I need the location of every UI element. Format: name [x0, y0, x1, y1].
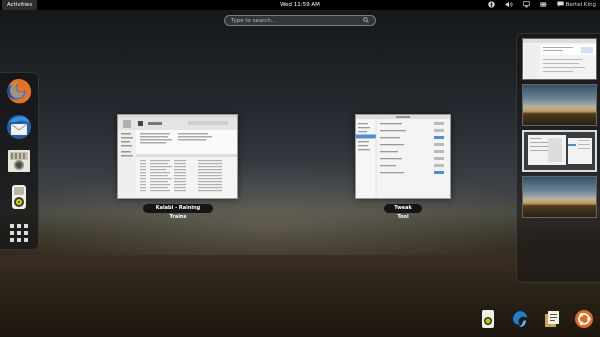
user-chat-icon: [556, 1, 564, 9]
volume-icon[interactable]: [505, 1, 513, 10]
blue-swirl-icon[interactable]: [510, 309, 530, 329]
thunderbird-icon[interactable]: [5, 113, 33, 141]
rhythmbox-icon[interactable]: [478, 309, 498, 329]
wallpaper-sky: [0, 150, 600, 260]
workspace-3-selected[interactable]: [522, 130, 597, 172]
accessibility-icon[interactable]: [487, 0, 495, 10]
workspace-1[interactable]: [522, 38, 597, 80]
user-menu[interactable]: Bertel King: [556, 1, 596, 9]
message-tray: [478, 309, 594, 333]
window-thumbnail-music-player[interactable]: [117, 114, 238, 199]
window-thumbnail-tweak-tool[interactable]: [355, 114, 451, 199]
notes-icon[interactable]: [542, 309, 562, 329]
user-name: Bertel King: [565, 2, 596, 8]
workspace-2[interactable]: [522, 84, 597, 126]
rhythmbox-icon[interactable]: [5, 183, 33, 211]
top-bar: Activities Wed 11:59 AM Bertel King: [0, 0, 600, 10]
screenshot-icon[interactable]: [5, 147, 33, 175]
workspace-4[interactable]: [522, 176, 597, 218]
status-tray: Bertel King: [487, 0, 596, 10]
window-caption-tweak-tool[interactable]: Tweak Tool: [384, 204, 422, 220]
search-box[interactable]: [224, 15, 376, 26]
workspace-switcher: [516, 33, 600, 283]
search-input[interactable]: [231, 17, 363, 24]
app-grid-icon[interactable]: [5, 219, 33, 247]
network-icon[interactable]: [522, 0, 530, 10]
window-caption-music-player[interactable]: Kalabi - Raining Trains: [143, 204, 213, 220]
search-icon: [363, 16, 369, 25]
dash: [0, 72, 39, 250]
ubuntu-software-icon[interactable]: [574, 309, 594, 329]
battery-icon[interactable]: [539, 1, 547, 10]
firefox-icon[interactable]: [5, 77, 33, 105]
